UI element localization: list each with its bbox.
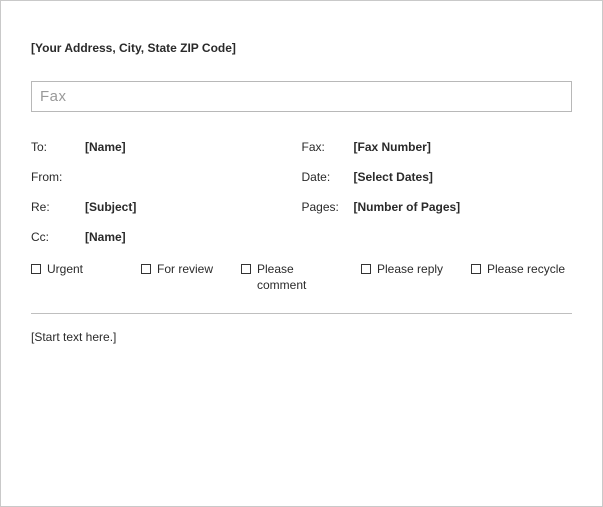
to-field: To: [Name]	[31, 140, 302, 154]
sender-address[interactable]: [Your Address, City, State ZIP Code]	[31, 41, 572, 55]
checkbox-icon[interactable]	[361, 264, 371, 274]
option-please-reply-label: Please reply	[377, 262, 443, 278]
info-row-1: To: [Name] Fax: [Fax Number]	[31, 140, 572, 154]
option-urgent[interactable]: Urgent	[31, 262, 141, 293]
option-for-review[interactable]: For review	[141, 262, 241, 293]
pages-label: Pages:	[302, 200, 354, 214]
date-value[interactable]: [Select Dates]	[354, 170, 433, 184]
option-please-comment[interactable]: Please comment	[241, 262, 361, 293]
info-row-3: Re: [Subject] Pages: [Number of Pages]	[31, 200, 572, 214]
option-please-recycle[interactable]: Please recycle	[471, 262, 565, 293]
fax-cover-page: [Your Address, City, State ZIP Code] Fax…	[0, 0, 603, 507]
cc-field: Cc: [Name]	[31, 230, 302, 244]
checkbox-icon[interactable]	[241, 264, 251, 274]
option-for-review-label: For review	[157, 262, 213, 278]
from-label: From:	[31, 170, 85, 184]
checkbox-icon[interactable]	[31, 264, 41, 274]
from-field: From:	[31, 170, 302, 184]
to-value[interactable]: [Name]	[85, 140, 126, 154]
checkbox-icon[interactable]	[471, 264, 481, 274]
info-row-2: From: Date: [Select Dates]	[31, 170, 572, 184]
fax-label: Fax:	[302, 140, 354, 154]
cc-value[interactable]: [Name]	[85, 230, 126, 244]
date-field: Date: [Select Dates]	[302, 170, 573, 184]
option-urgent-label: Urgent	[47, 262, 83, 278]
option-please-recycle-label: Please recycle	[487, 262, 565, 278]
to-label: To:	[31, 140, 85, 154]
fax-title-box: Fax	[31, 81, 572, 112]
re-label: Re:	[31, 200, 85, 214]
info-row-4: Cc: [Name]	[31, 230, 572, 244]
pages-field: Pages: [Number of Pages]	[302, 200, 573, 214]
date-label: Date:	[302, 170, 354, 184]
divider	[31, 313, 572, 314]
option-please-comment-label: Please comment	[257, 262, 317, 293]
option-row: Urgent For review Please comment Please …	[31, 262, 572, 293]
re-value[interactable]: [Subject]	[85, 200, 136, 214]
re-field: Re: [Subject]	[31, 200, 302, 214]
option-please-reply[interactable]: Please reply	[361, 262, 471, 293]
checkbox-icon[interactable]	[141, 264, 151, 274]
fax-value[interactable]: [Fax Number]	[354, 140, 431, 154]
fax-field: Fax: [Fax Number]	[302, 140, 573, 154]
body-text[interactable]: [Start text here.]	[31, 330, 572, 344]
empty-field	[302, 230, 573, 244]
cc-label: Cc:	[31, 230, 85, 244]
pages-value[interactable]: [Number of Pages]	[354, 200, 461, 214]
